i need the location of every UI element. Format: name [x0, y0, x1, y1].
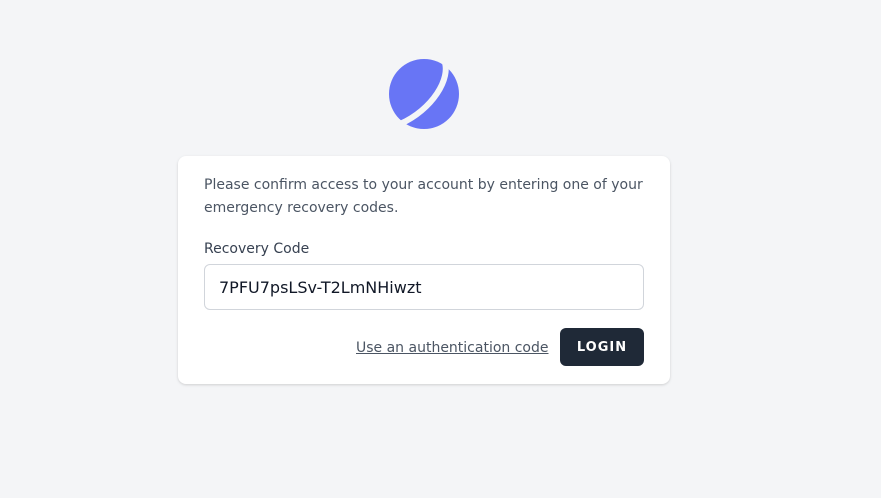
use-authentication-code-link[interactable]: Use an authentication code: [356, 338, 549, 358]
recovery-card: Please confirm access to your account by…: [178, 156, 670, 384]
login-button[interactable]: LOGIN: [560, 328, 644, 366]
recovery-code-label: Recovery Code: [204, 241, 310, 257]
recovery-code-input[interactable]: [204, 264, 644, 310]
logo-icon: [389, 58, 459, 129]
login-page: Please confirm access to your account by…: [0, 0, 881, 498]
recovery-instructions: Please confirm access to your account by…: [204, 177, 643, 216]
